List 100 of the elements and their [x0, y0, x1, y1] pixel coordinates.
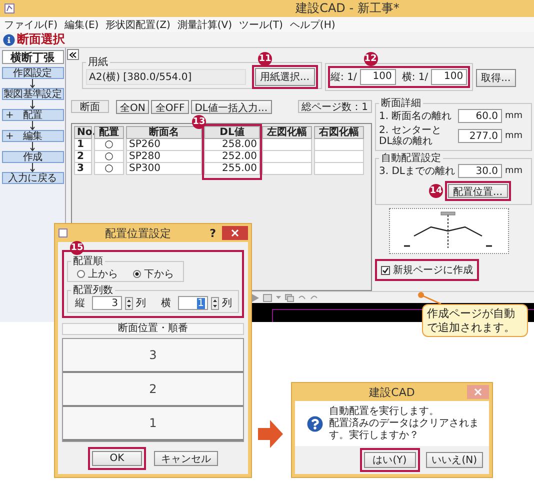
- copy-icon[interactable]: [285, 294, 294, 302]
- unit-label: mm: [505, 131, 523, 141]
- group-title: 配置列数: [72, 285, 114, 296]
- close-icon: [231, 229, 239, 237]
- get-button[interactable]: 取得...: [476, 69, 516, 87]
- spinner-control[interactable]: [125, 296, 133, 310]
- right-arrow-icon: [258, 420, 283, 448]
- unit-label: 列: [136, 297, 146, 310]
- menu-item[interactable]: ファイル(F): [4, 18, 58, 32]
- close-button[interactable]: [222, 226, 248, 240]
- step-badge: 11: [258, 52, 272, 66]
- menu-item[interactable]: 測量計算(V): [177, 18, 232, 32]
- dialog-button[interactable]: いいえ(N): [426, 452, 483, 468]
- position-slot: 1: [63, 407, 243, 441]
- table-cell: 2: [74, 151, 92, 163]
- checkbox[interactable]: [381, 266, 390, 274]
- radio-label: 下から: [144, 268, 174, 281]
- position-slot: 3: [63, 339, 243, 373]
- input-field[interactable]: 277.0: [458, 129, 502, 143]
- column-header: DL値: [204, 126, 260, 139]
- toolbar-button[interactable]: 全OFF: [151, 100, 189, 114]
- dialog-message: 自動配置を実行します。 配置済みのデータはクリアされます。実行しますか？: [329, 406, 480, 442]
- dialog-title: 配置位置設定: [104, 226, 172, 240]
- caret-icon[interactable]: [276, 296, 281, 299]
- window-icon[interactable]: [263, 294, 272, 302]
- page-count: 総ページ数：1: [298, 100, 372, 113]
- paper-select-button[interactable]: 用紙選択...: [255, 68, 315, 86]
- dialog-button[interactable]: キャンセル: [154, 450, 218, 466]
- table-cell: ○: [94, 151, 124, 163]
- help-button[interactable]: ?: [208, 226, 218, 240]
- spinner-control[interactable]: [211, 296, 219, 310]
- preview-title: 断面位置・順番: [62, 323, 244, 335]
- table-cell: [262, 139, 312, 151]
- collapse-button[interactable]: [67, 49, 79, 60]
- sidebar-item[interactable]: + 配置: [2, 109, 64, 121]
- table-cell: ○: [94, 139, 124, 151]
- dialog-button[interactable]: はい(Y): [364, 452, 416, 468]
- close-icon: [474, 388, 482, 396]
- menu-item[interactable]: 形状図配置(Z): [106, 18, 170, 32]
- paper-size-text: A2(横) [380.0/554.0]: [86, 68, 246, 84]
- window-title: 建設CAD - 新工事*: [294, 0, 400, 17]
- toolbar-button[interactable]: 全ON: [116, 100, 150, 114]
- column-header: 左図化幅: [262, 126, 312, 139]
- menu-item[interactable]: 編集(E): [64, 18, 99, 32]
- step-badge: 13: [192, 115, 206, 129]
- screen-title: 断面選択: [17, 31, 65, 48]
- down-arrow-icon: [30, 142, 35, 151]
- step-badge: 15: [70, 241, 84, 255]
- undo-icon[interactable]: [298, 294, 306, 300]
- column-header: 配置: [94, 126, 124, 139]
- field-label: 1. 断面名の離れ: [379, 110, 453, 122]
- table-cell: [262, 163, 312, 175]
- double-chevron-icon: [69, 52, 77, 58]
- app-icon: [58, 228, 68, 238]
- redo-icon[interactable]: [310, 294, 318, 300]
- field-label: 2. センターと DL線の離れ: [379, 125, 443, 147]
- table-cell: ○: [94, 163, 124, 175]
- group-title: 配置順: [72, 256, 104, 267]
- number-field[interactable]: 3: [92, 296, 122, 310]
- step-badge: 12: [364, 52, 378, 66]
- column-header: No.: [74, 126, 92, 139]
- table-cell: SP280: [126, 151, 202, 163]
- column-header: 右図化幅: [314, 126, 364, 139]
- radio-button[interactable]: [77, 270, 85, 278]
- down-arrow-icon: [30, 163, 35, 172]
- input-field[interactable]: 30.0: [458, 164, 502, 178]
- table-cell: [314, 139, 364, 151]
- input-field[interactable]: 100: [360, 68, 396, 84]
- sidebar-tab[interactable]: 横断丁張: [2, 50, 64, 64]
- unit-label: mm: [505, 166, 523, 176]
- sidebar-item[interactable]: 入力に戻る: [2, 172, 64, 184]
- down-arrow-icon: [30, 100, 35, 109]
- layout-position-button[interactable]: 配置位置...: [448, 184, 508, 198]
- table-cell: 252.00: [204, 151, 260, 163]
- question-icon: [307, 416, 323, 432]
- leader-line: [417, 291, 443, 305]
- input-field[interactable]: 100: [431, 68, 468, 84]
- radio-button[interactable]: [133, 270, 141, 278]
- table-cell: SP300: [126, 163, 202, 175]
- sidebar-item[interactable]: 製図基準設定: [2, 88, 64, 100]
- group-title: 断面詳細: [380, 98, 422, 109]
- number-field[interactable]: 1: [178, 296, 208, 310]
- toolbar-button[interactable]: DL値一括入力...: [190, 100, 272, 114]
- dialog-button[interactable]: OK: [92, 450, 142, 466]
- group-title: 用紙: [87, 57, 109, 68]
- unit-label: mm: [505, 111, 523, 121]
- table-cell: [262, 151, 312, 163]
- table-cell: [314, 151, 364, 163]
- sidebar-item[interactable]: 作図設定: [2, 67, 64, 79]
- table-cell: [314, 163, 364, 175]
- menu-item[interactable]: ツール(T): [239, 18, 283, 32]
- field-label: 3. DLまでの離れ: [379, 166, 455, 176]
- position-slot: 2: [63, 373, 243, 407]
- sidebar-item[interactable]: 作成: [2, 151, 64, 163]
- section-label: 断面: [71, 100, 109, 113]
- step-badge: 14: [429, 184, 443, 198]
- sidebar-item[interactable]: + 編集: [2, 130, 64, 142]
- menu-item[interactable]: ヘルプ(H): [290, 18, 336, 32]
- callout-bubble: 作成ページが自動 で追加されます。: [422, 304, 528, 337]
- input-field[interactable]: 60.0: [458, 109, 502, 123]
